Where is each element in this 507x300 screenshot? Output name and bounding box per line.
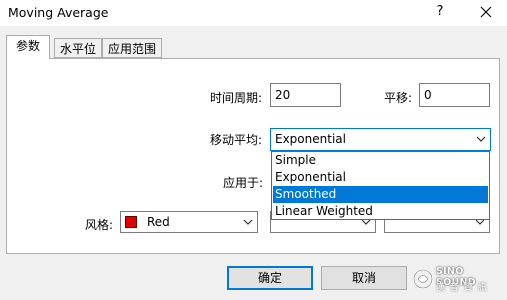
title-bar: Moving Average ?	[0, 0, 507, 26]
logo-icon	[413, 269, 433, 289]
style-label: 风格:	[85, 218, 114, 232]
ma-method-label: 移动平均:	[210, 133, 263, 147]
cancel-button[interactable]: 取消	[321, 266, 407, 290]
help-button[interactable]: ?	[430, 2, 450, 22]
sino-sound-watermark: SINO SOUND 漢 音 資 訊	[410, 262, 507, 300]
ok-button[interactable]: 确定	[227, 266, 313, 290]
close-button[interactable]	[474, 1, 498, 23]
chevron-down-icon	[476, 136, 486, 142]
color-select[interactable]: Red	[120, 211, 258, 233]
period-input[interactable]: 20	[270, 83, 341, 107]
close-icon	[480, 6, 492, 18]
watermark-line2: 漢 音 資 訊	[436, 283, 488, 293]
dropdown-option-simple[interactable]: Simple	[273, 152, 488, 169]
dropdown-option-smoothed[interactable]: Smoothed	[273, 186, 488, 203]
apply-to-label: 应用于:	[223, 176, 264, 190]
chevron-down-icon	[243, 219, 253, 225]
color-value: Red	[147, 215, 170, 229]
tab-params[interactable]: 参数	[6, 35, 50, 59]
color-swatch	[125, 216, 137, 228]
shift-label: 平移:	[384, 91, 413, 105]
tab-visualization[interactable]: 应用范围	[102, 38, 162, 58]
moving-average-dialog: Moving Average ? 参数 水平位 应用范围 时间周期: 20 平移…	[0, 0, 507, 300]
dropdown-option-exponential[interactable]: Exponential	[273, 169, 488, 186]
tab-levels[interactable]: 水平位	[54, 38, 102, 58]
ma-method-value: Exponential	[275, 132, 346, 146]
ma-method-dropdown: Simple Exponential Smoothed Linear Weigh…	[271, 151, 490, 220]
period-label: 时间周期:	[210, 91, 263, 105]
dropdown-option-linear-weighted[interactable]: Linear Weighted	[273, 203, 488, 220]
ma-method-select[interactable]: Exponential	[270, 128, 491, 151]
shift-input[interactable]: 0	[419, 83, 490, 107]
window-title: Moving Average	[8, 5, 109, 20]
